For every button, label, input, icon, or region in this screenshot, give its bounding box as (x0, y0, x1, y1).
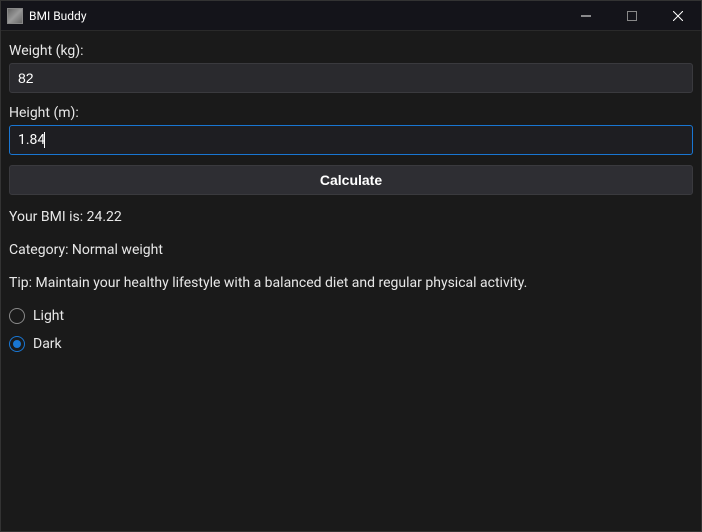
titlebar: BMI Buddy (1, 1, 701, 31)
radio-label-light: Light (33, 308, 64, 324)
minimize-button[interactable] (563, 1, 609, 30)
height-input-value: 1.84 (18, 132, 45, 148)
height-label: Height (m): (9, 105, 693, 121)
window-controls (563, 1, 701, 30)
radio-icon (9, 308, 25, 324)
content-area: Weight (kg): Height (m): 1.84 Calculate … (1, 31, 701, 374)
close-button[interactable] (655, 1, 701, 30)
bmi-result: Your BMI is: 24.22 (9, 209, 693, 225)
text-caret (44, 132, 45, 148)
tip-result: Tip: Maintain your healthy lifestyle wit… (9, 275, 693, 291)
titlebar-left: BMI Buddy (1, 8, 87, 24)
app-icon (7, 8, 23, 24)
radio-icon (9, 336, 25, 352)
calculate-button[interactable]: Calculate (9, 165, 693, 195)
window-title: BMI Buddy (29, 9, 87, 23)
category-result: Category: Normal weight (9, 242, 693, 258)
maximize-button[interactable] (609, 1, 655, 30)
theme-radio-light[interactable]: Light (9, 308, 693, 324)
weight-input[interactable] (9, 63, 693, 93)
weight-label: Weight (kg): (9, 43, 693, 59)
radio-label-dark: Dark (33, 336, 62, 352)
theme-radio-dark[interactable]: Dark (9, 336, 693, 352)
height-input[interactable]: 1.84 (9, 125, 693, 155)
